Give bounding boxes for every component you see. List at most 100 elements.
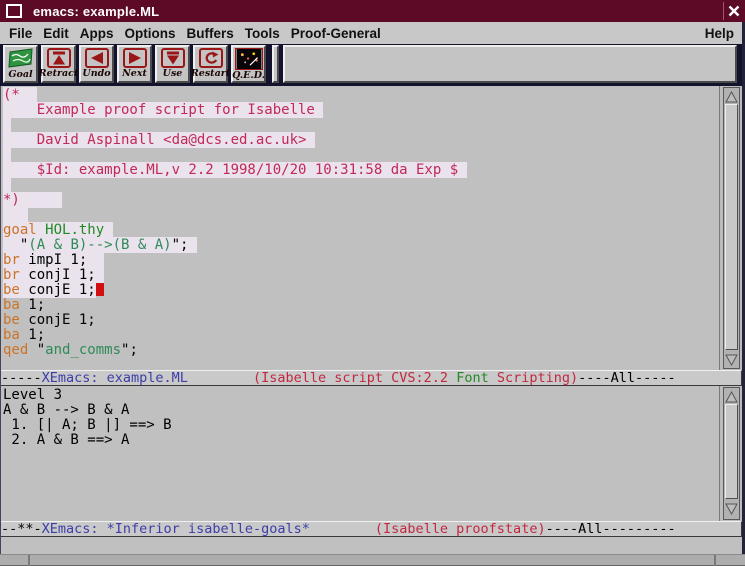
frame-corner-handle-divider bbox=[714, 555, 716, 566]
code-segment: 1; bbox=[20, 327, 45, 343]
goals-buffer[interactable]: Level 3A & B --> B & A 1. [| A; B |] ==>… bbox=[0, 386, 719, 521]
script-buffer[interactable]: (* Example proof script for Isabelle Dav… bbox=[0, 86, 719, 370]
processed-region-highlight bbox=[3, 147, 11, 163]
proof-general-logo-icon bbox=[8, 48, 34, 69]
menu-buffers[interactable]: Buffers bbox=[186, 26, 235, 41]
processed-region-highlight: David Aspinall <da@dcs.ed.ac.uk> bbox=[3, 132, 315, 148]
code-line bbox=[3, 148, 719, 163]
restart-button[interactable]: Restart bbox=[193, 45, 228, 83]
close-button[interactable] bbox=[726, 3, 742, 19]
scrollbar-thumb[interactable] bbox=[725, 104, 738, 350]
frame-corner-handle-divider bbox=[28, 555, 30, 566]
frame-left-border bbox=[0, 86, 1, 554]
goal-button[interactable]: Goal bbox=[3, 45, 38, 83]
modeline-segment: XEmacs: example.ML bbox=[42, 370, 188, 386]
titlebar[interactable]: emacs: example.ML bbox=[0, 0, 745, 22]
code-line: (* bbox=[3, 88, 719, 103]
code-segment: ba bbox=[3, 297, 20, 313]
code-line: *) bbox=[3, 193, 719, 208]
script-scrollbar[interactable] bbox=[719, 86, 742, 370]
code-segment: conjE 1; bbox=[20, 282, 96, 298]
processed-region-highlight: *) bbox=[3, 192, 62, 208]
code-line: be conjE 1; bbox=[3, 283, 719, 298]
retract-button-label: Retract bbox=[39, 69, 79, 79]
window-menu-icon[interactable] bbox=[6, 4, 22, 18]
retract-up-arrow-icon bbox=[47, 48, 71, 68]
code-line bbox=[3, 118, 719, 133]
code-segment: $Id: example.ML,v 2.2 1998/10/20 10:31:5… bbox=[3, 162, 467, 178]
menu-help[interactable]: Help bbox=[704, 26, 735, 41]
processed-region-highlight: $Id: example.ML,v 2.2 1998/10/20 10:31:5… bbox=[3, 162, 467, 178]
code-line: br conjI 1; bbox=[3, 268, 719, 283]
qed-button-label: Q.E.D. bbox=[232, 71, 265, 81]
frame-bottom-border[interactable] bbox=[0, 554, 745, 566]
menu-apps[interactable]: Apps bbox=[79, 26, 115, 41]
next-button[interactable]: Next bbox=[117, 45, 152, 83]
restart-circular-arrow-icon bbox=[199, 48, 223, 68]
code-segment bbox=[3, 207, 28, 223]
code-line: David Aspinall <da@dcs.ed.ac.uk> bbox=[3, 133, 719, 148]
code-segment: " bbox=[3, 237, 28, 253]
undo-button[interactable]: Undo bbox=[79, 45, 114, 83]
modeline-segment: ----All----- bbox=[578, 370, 676, 386]
text-cursor bbox=[96, 283, 104, 296]
processed-region-highlight: br impI 1; bbox=[3, 252, 104, 268]
modeline-segment: ----- bbox=[1, 370, 42, 386]
code-segment: "; bbox=[121, 342, 138, 358]
goals-line: A & B --> B & A bbox=[3, 403, 719, 418]
modeline-segment: (Isabelle script CVS:2.2 bbox=[253, 370, 456, 386]
use-button[interactable]: Use bbox=[155, 45, 190, 83]
scrollbar-down-arrow[interactable] bbox=[725, 353, 738, 365]
qed-button[interactable]: Q.E.D. bbox=[231, 45, 266, 83]
processed-region-highlight: goal HOL.thy bbox=[3, 222, 113, 238]
minibuffer-echo-area[interactable] bbox=[0, 537, 742, 554]
menu-edit[interactable]: Edit bbox=[42, 26, 70, 41]
code-segment: conjE 1; bbox=[20, 312, 96, 328]
next-button-label: Next bbox=[122, 69, 147, 79]
menu-file[interactable]: File bbox=[8, 26, 33, 41]
scrollbar-thumb[interactable] bbox=[725, 404, 738, 499]
modeline-segment: Scripting) bbox=[489, 370, 578, 386]
goals-line: 1. [| A; B |] ==> B bbox=[3, 418, 719, 433]
code-line: ba 1; bbox=[3, 298, 719, 313]
qed-fireworks-icon bbox=[235, 48, 263, 70]
toolbar-divider bbox=[272, 45, 279, 83]
modeline-segment bbox=[310, 521, 375, 537]
code-segment: be bbox=[3, 282, 20, 298]
menu-tools[interactable]: Tools bbox=[244, 26, 281, 41]
scrollbar-up-arrow[interactable] bbox=[725, 390, 738, 402]
code-segment: " bbox=[28, 342, 45, 358]
code-segment: br bbox=[3, 267, 20, 283]
code-segment bbox=[3, 177, 11, 193]
scrollbar-down-arrow[interactable] bbox=[725, 502, 738, 514]
code-line: ba 1; bbox=[3, 328, 719, 343]
code-segment bbox=[3, 147, 11, 163]
processed-region-highlight bbox=[3, 207, 28, 223]
menu-options[interactable]: Options bbox=[124, 26, 177, 41]
xemacs-window: emacs: example.ML File Edit Apps Options… bbox=[0, 0, 745, 566]
modeline-segment: Font bbox=[456, 370, 489, 386]
code-line: br impI 1; bbox=[3, 253, 719, 268]
scrollbar-trough[interactable] bbox=[723, 387, 740, 520]
code-segment bbox=[3, 117, 11, 133]
processed-region-highlight: br conjI 1; bbox=[3, 267, 104, 283]
window-title: emacs: example.ML bbox=[33, 4, 159, 19]
undo-button-label: Undo bbox=[82, 69, 110, 79]
code-segment: (* bbox=[3, 87, 37, 103]
code-line bbox=[3, 178, 719, 193]
code-segment: be bbox=[3, 312, 20, 328]
menubar: File Edit Apps Options Buffers Tools Pro… bbox=[0, 22, 745, 44]
code-segment bbox=[37, 222, 45, 238]
modeline-segment: XEmacs: *Inferior isabelle-goals* bbox=[42, 521, 310, 537]
code-segment: "; bbox=[172, 237, 197, 253]
menu-proof-general[interactable]: Proof-General bbox=[290, 26, 382, 41]
use-button-label: Use bbox=[163, 69, 183, 79]
scrollbar-trough[interactable] bbox=[723, 87, 740, 369]
goals-scrollbar[interactable] bbox=[719, 386, 742, 521]
titlebar-divider bbox=[723, 2, 724, 20]
scrollbar-up-arrow[interactable] bbox=[725, 90, 738, 102]
code-segment bbox=[104, 222, 112, 238]
code-line: be conjE 1; bbox=[3, 313, 719, 328]
retract-button[interactable]: Retract bbox=[41, 45, 76, 83]
processed-region-highlight: Example proof script for Isabelle bbox=[3, 102, 323, 118]
